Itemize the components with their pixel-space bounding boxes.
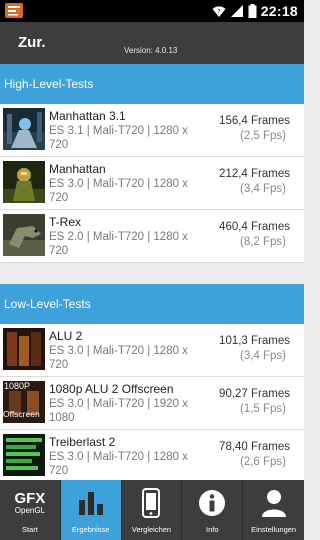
test-fps: (2,5 Fps) xyxy=(239,130,286,142)
app-notification-icon xyxy=(5,3,23,18)
version-label: Version: 4.0.13 xyxy=(124,46,178,55)
nav-compare-icon-wrap xyxy=(122,487,182,519)
nav-results[interactable]: Ergebnisse xyxy=(60,480,122,540)
test-fps: (3,4 Fps) xyxy=(239,350,286,362)
test-desc: ES 3.0 | Mali-T720 | 1280 x 720 xyxy=(49,345,188,371)
nav-label: Start xyxy=(21,525,38,534)
test-name: T-Rex xyxy=(49,215,82,229)
result-row-alu2-offscreen[interactable]: 1080P Offscreen 1080p ALU 2 Offscreen ES… xyxy=(0,377,304,430)
wifi-icon: ? xyxy=(212,6,226,17)
section-header-high-level: High-Level-Tests xyxy=(0,64,304,104)
test-fps: (1,5 Fps) xyxy=(239,403,286,415)
status-bar: ? 22:18 xyxy=(0,0,304,22)
test-desc: ES 3.0 | Mali-T720 | 1280 x 720 xyxy=(49,178,188,204)
nav-results-icon-wrap xyxy=(61,487,121,519)
svg-text:?: ? xyxy=(217,9,220,16)
section-title: High-Level-Tests xyxy=(4,77,94,91)
result-row-alu2[interactable]: ALU 2 ES 3.0 | Mali-T720 | 1280 x 720 10… xyxy=(0,324,304,377)
user-icon xyxy=(261,490,286,517)
signal-icon xyxy=(230,5,243,17)
high-level-list: Manhattan 3.1 ES 3.1 | Mali-T720 | 1280 … xyxy=(0,104,304,263)
nav-compare[interactable]: Vergleichen xyxy=(122,480,183,540)
test-fps: (8,2 Fps) xyxy=(239,236,286,248)
back-button[interactable]: Zur. xyxy=(18,34,46,51)
test-frames: 101,3 Frames xyxy=(219,335,290,347)
alu-offscreen-thumb-icon: 1080P Offscreen xyxy=(3,381,45,423)
test-desc: ES 3.1 | Mali-T720 | 1280 x 720 xyxy=(49,125,188,151)
manhattan-thumb-icon xyxy=(3,108,45,150)
bar-chart-icon xyxy=(78,492,103,515)
app-root: ? 22:18 Zur. Version: 4.0.13 High-Level-… xyxy=(0,0,304,540)
thumb-label-bottom: Offscreen xyxy=(3,409,40,419)
nav-start[interactable]: GFX OpenGL Start xyxy=(0,480,61,540)
result-row-driver-overhead[interactable]: Treiberlast 2 ES 3.0 | Mali-T720 | 1280 … xyxy=(0,430,304,483)
test-frames: 90,27 Frames xyxy=(219,388,290,400)
test-frames: 156,4 Frames xyxy=(219,115,290,127)
trex-thumb-icon xyxy=(3,214,45,256)
driver-overhead-thumb-icon xyxy=(3,434,45,476)
phone-icon xyxy=(142,488,161,518)
test-name: Treiberlast 2 xyxy=(49,435,116,449)
nav-label: Info xyxy=(206,525,219,534)
test-frames: 460,4 Frames xyxy=(219,221,290,233)
nav-label: Ergebnisse xyxy=(71,525,110,534)
gfx-logo-icon: GFX OpenGL xyxy=(0,487,60,519)
status-time: 22:18 xyxy=(260,3,298,19)
result-row-manhattan[interactable]: Manhattan ES 3.0 | Mali-T720 | 1280 x 72… xyxy=(0,157,304,210)
test-name: ALU 2 xyxy=(49,329,83,343)
nav-info[interactable]: Info xyxy=(182,480,244,540)
result-row-trex[interactable]: T-Rex ES 2.0 | Mali-T720 | 1280 x 720 46… xyxy=(0,210,304,263)
low-level-list: ALU 2 ES 3.0 | Mali-T720 | 1280 x 720 10… xyxy=(0,324,304,483)
result-row-manhattan-31[interactable]: Manhattan 3.1 ES 3.1 | Mali-T720 | 1280 … xyxy=(0,104,304,157)
section-header-low-level: Low-Level-Tests xyxy=(0,284,304,324)
test-fps: (2,6 Fps) xyxy=(239,456,286,468)
test-name: 1080p ALU 2 Offscreen xyxy=(49,382,174,396)
nav-info-icon-wrap xyxy=(182,487,242,519)
test-fps: (3,4 Fps) xyxy=(239,183,286,195)
thumb-label-top: 1080P xyxy=(4,381,31,391)
info-icon xyxy=(199,490,226,516)
nav-settings[interactable]: Einstellungen xyxy=(243,480,304,540)
gfx-logo-top: GFX xyxy=(14,489,46,507)
nav-settings-icon-wrap xyxy=(243,487,304,519)
battery-icon xyxy=(248,4,257,18)
test-desc: ES 3.0 | Mali-T720 | 1280 x 720 xyxy=(49,451,188,477)
test-frames: 78,40 Frames xyxy=(219,441,290,453)
test-desc: ES 3.0 | Mali-T720 | 1920 x 1080 xyxy=(49,398,188,424)
app-bar: Zur. Version: 4.0.13 xyxy=(0,22,304,64)
gfx-logo-bottom: OpenGL xyxy=(14,505,46,515)
section-title: Low-Level-Tests xyxy=(4,297,91,311)
status-icons: ? 22:18 xyxy=(212,0,298,22)
test-desc: ES 2.0 | Mali-T720 | 1280 x 720 xyxy=(49,231,188,257)
nav-label: Einstellungen xyxy=(251,525,297,534)
bottom-navigation: GFX OpenGL Start Ergebnisse Vergleichen … xyxy=(0,480,304,540)
test-name: Manhattan xyxy=(49,162,106,176)
test-name: Manhattan 3.1 xyxy=(49,109,126,123)
manhattan-robot-thumb-icon xyxy=(3,161,45,203)
nav-label: Vergleichen xyxy=(131,525,172,534)
alu-thumb-icon xyxy=(3,328,45,370)
test-frames: 212,4 Frames xyxy=(219,168,290,180)
